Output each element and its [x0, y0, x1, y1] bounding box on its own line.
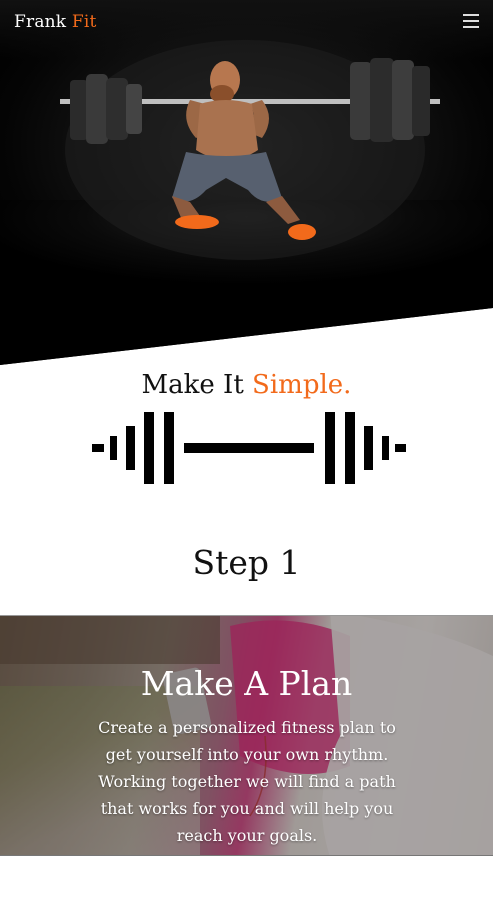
tagline: Make It Simple. — [0, 370, 493, 400]
tagline-text: Make It — [141, 370, 244, 400]
brand-name-first: Frank — [14, 12, 67, 32]
step-heading: Step 1 — [192, 543, 301, 582]
tagline-accent: Simple. — [252, 370, 352, 400]
barbell-icon — [92, 412, 406, 484]
brand-logo[interactable]: Frank Fit — [14, 12, 97, 32]
brand-name-second: Fit — [71, 12, 97, 32]
top-nav: Frank Fit — [0, 0, 493, 44]
hamburger-icon[interactable] — [463, 14, 479, 28]
plan-description: Create a personalized fitness plan to ge… — [98, 718, 396, 845]
hero-image — [0, 0, 493, 365]
plan-section: Make A Plan Create a personalized fitnes… — [0, 615, 493, 856]
plan-title: Make A Plan — [140, 664, 353, 703]
